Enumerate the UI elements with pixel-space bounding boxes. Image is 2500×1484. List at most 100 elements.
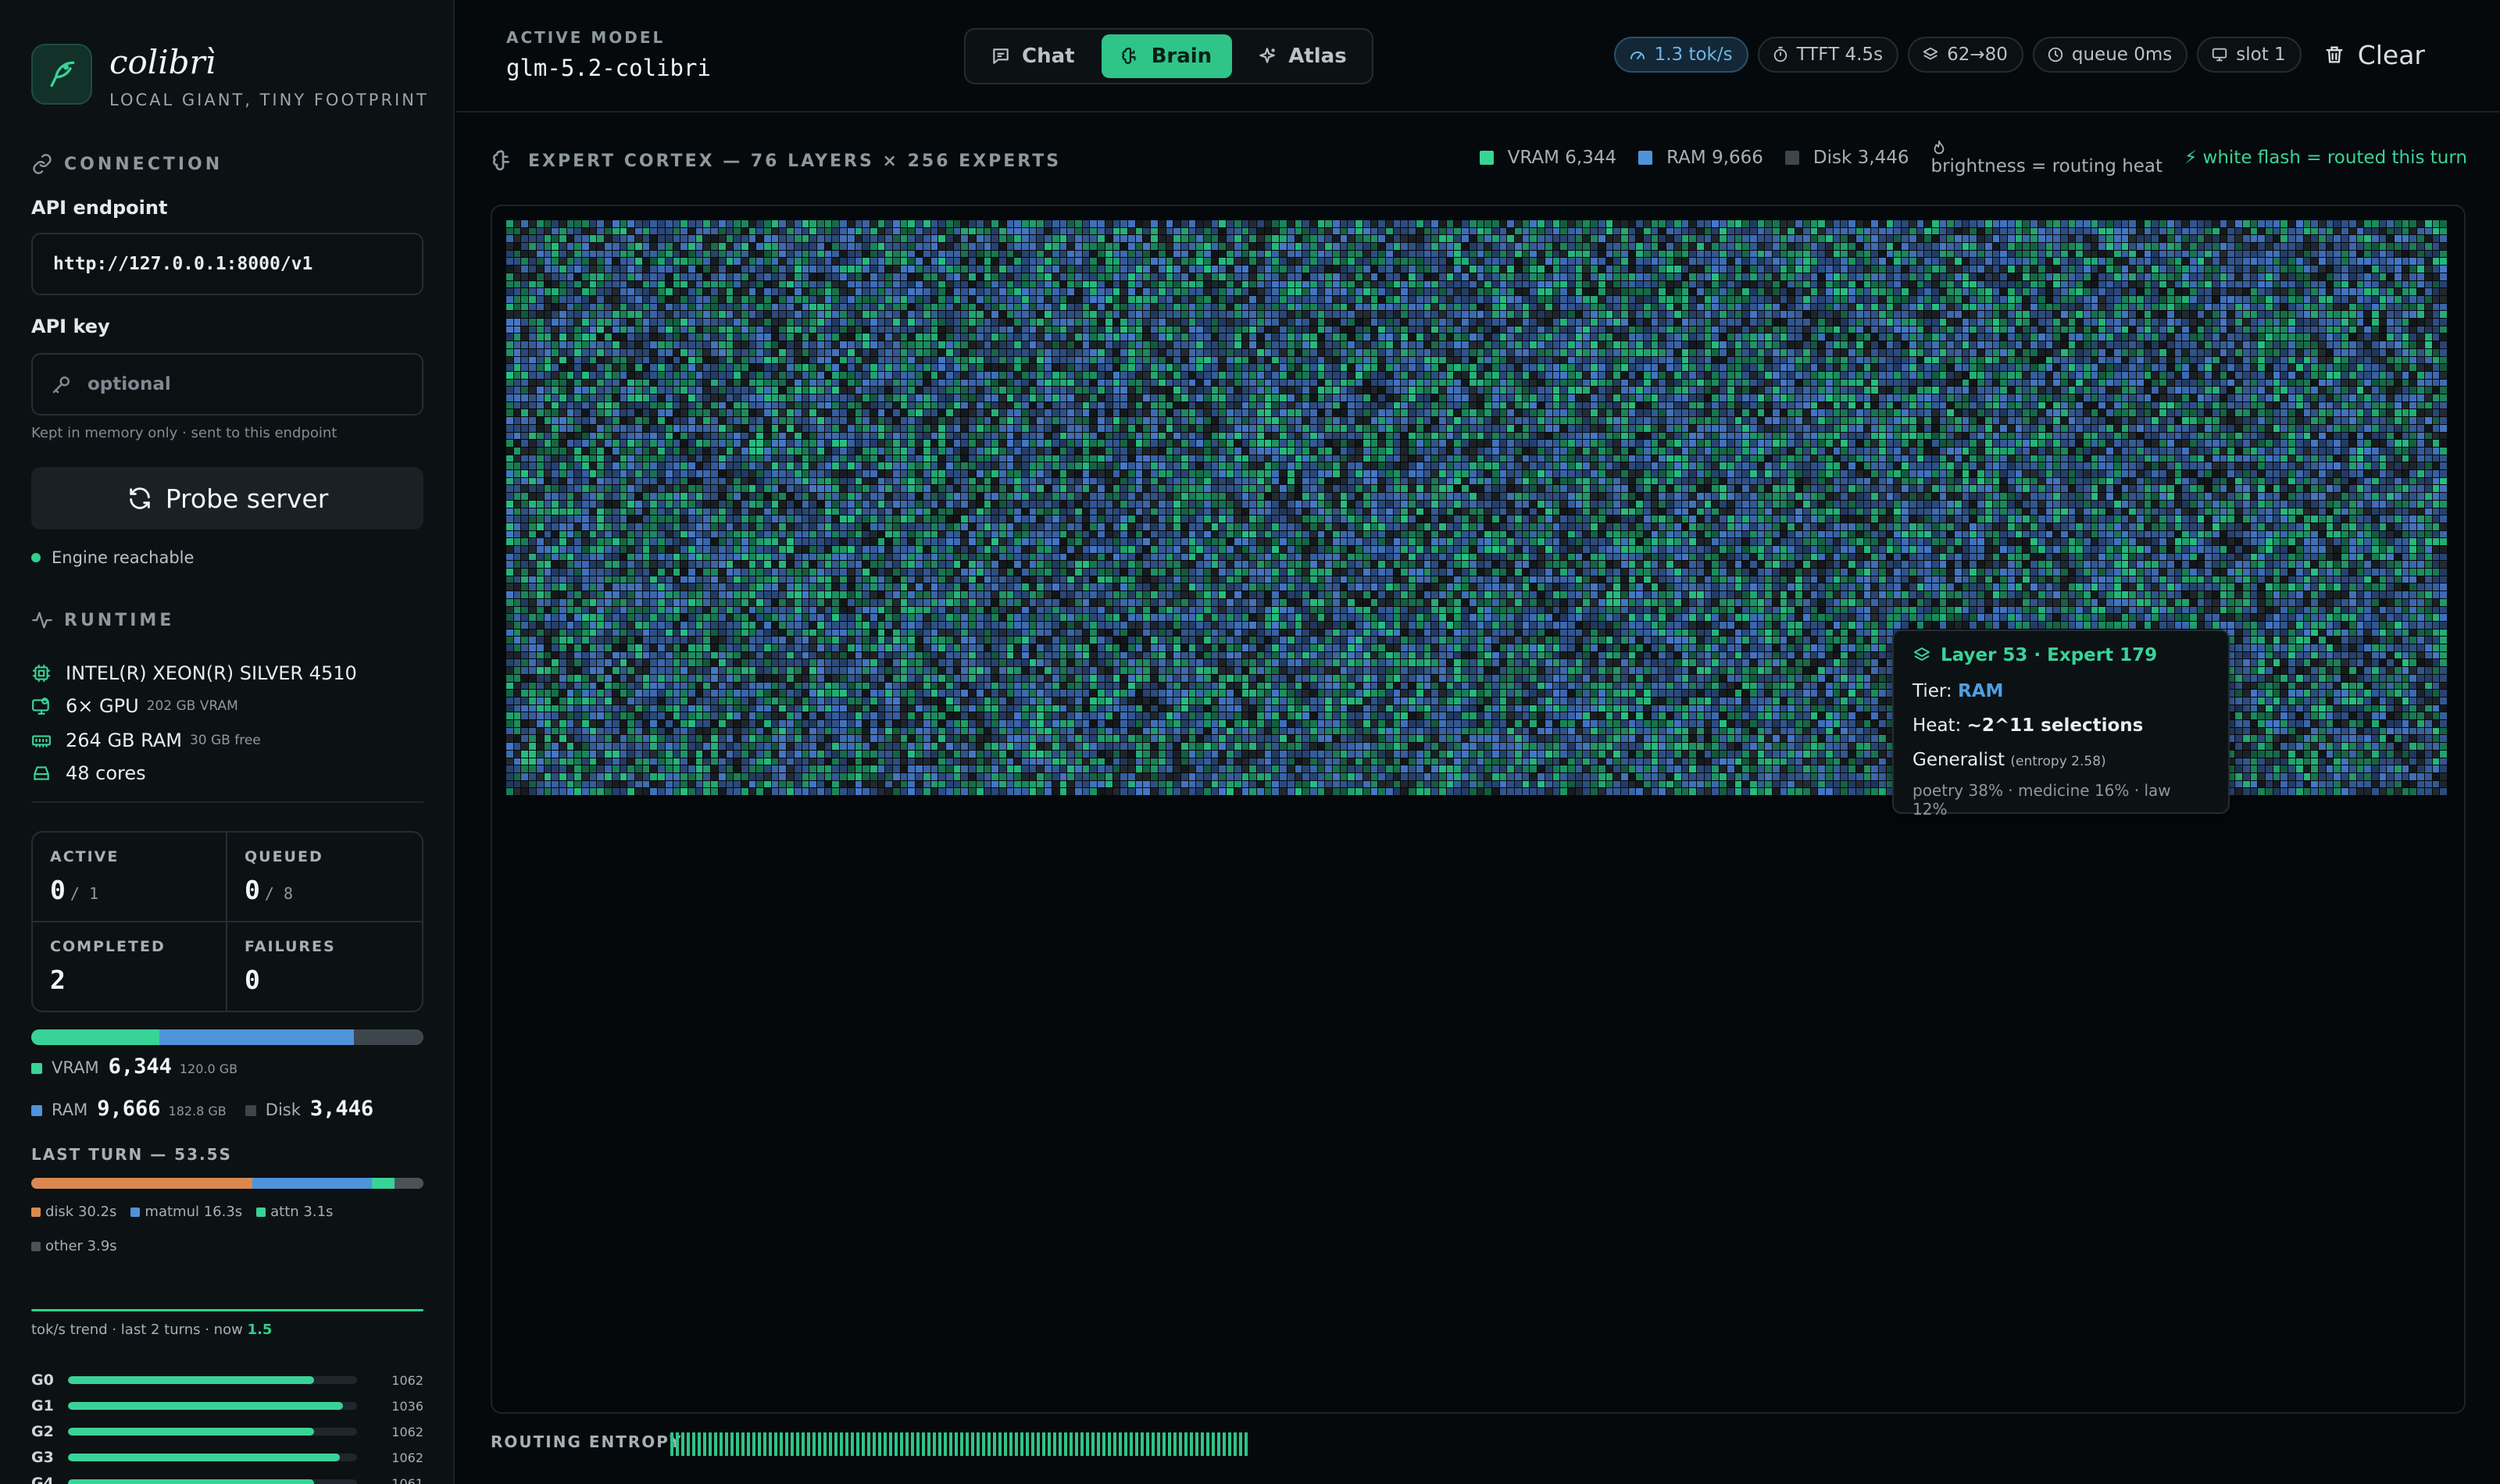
- tab-chat[interactable]: Chat: [972, 34, 1095, 78]
- brain-icon: [1122, 47, 1136, 64]
- entropy-bar: [878, 1432, 881, 1456]
- tooltip-topics: poetry 38% · medicine 16% · law 12%: [1912, 781, 2171, 819]
- stat-queued: QUEUED 0/ 8: [227, 833, 422, 922]
- cpu-icon: [33, 665, 50, 682]
- entropy-bar: [763, 1432, 766, 1456]
- entropy-bar: [1239, 1432, 1242, 1456]
- last-turn-legend: disk 30.2s matmul 16.3s attn 3.1s other 3.9…: [31, 1195, 430, 1264]
- gpu-row: G2 1062: [31, 1418, 423, 1445]
- turn-swatch-icon: [130, 1208, 141, 1217]
- legend-vram: VRAM 6,344: [1479, 148, 1616, 168]
- tooltip-heat-value: ~2^11 selections: [1966, 715, 2144, 736]
- tier-bar-vram: [31, 1029, 160, 1045]
- entropy-bar: [955, 1432, 958, 1456]
- probe-server-button[interactable]: Probe server: [31, 467, 423, 530]
- cortex-heading: EXPERT CORTEX — 76 LAYERS × 256 EXPERTS: [491, 148, 1061, 173]
- divider: [31, 801, 423, 803]
- runtime-ram: 264 GB RAM 30 GB free: [31, 730, 261, 751]
- entropy-bar: [785, 1432, 788, 1456]
- tooltip-title: Layer 53 · Expert 179: [1912, 645, 2209, 665]
- status-dot-icon: [31, 553, 41, 562]
- entropy-bar: [692, 1432, 695, 1456]
- entropy-bar: [720, 1432, 723, 1456]
- entropy-bar: [862, 1432, 865, 1456]
- api-key-label: API key: [31, 316, 110, 337]
- runtime-cores: 48 cores: [31, 762, 146, 784]
- entropy-bar: [1037, 1432, 1040, 1456]
- ram-swatch-icon: [31, 1105, 42, 1116]
- tab-brain[interactable]: Brain: [1101, 34, 1233, 78]
- entropy-bar: [670, 1432, 673, 1456]
- gpu-usage-track: [68, 1376, 358, 1384]
- tooltip-kind-text: Generalist: [1912, 750, 2005, 770]
- tab-atlas[interactable]: Atlas: [1238, 34, 1366, 78]
- entropy-bar: [807, 1432, 810, 1456]
- trend-caption-text: tok/s trend · last 2 turns · now: [31, 1322, 243, 1338]
- layers-icon: [1914, 647, 1930, 661]
- entropy-bar: [709, 1432, 712, 1456]
- vram-swatch-icon: [31, 1063, 42, 1074]
- stat-queued-value: 0: [245, 875, 260, 905]
- clear-button[interactable]: Clear: [2323, 40, 2425, 70]
- endpoint-input[interactable]: http://127.0.0.1:8000/v1: [31, 233, 423, 295]
- trash-icon: [2326, 46, 2343, 63]
- monitor-icon: [2212, 48, 2227, 62]
- ram-size: 182.8 GB: [168, 1104, 227, 1118]
- turn-segment: [395, 1178, 423, 1189]
- tooltip-heat: Heat: ~2^11 selections: [1912, 715, 2209, 736]
- entropy-bar: [676, 1432, 679, 1456]
- gpu-vram-text: 202 GB VRAM: [146, 698, 238, 714]
- entropy-bar: [802, 1432, 805, 1456]
- entropy-bar: [873, 1432, 876, 1456]
- entropy-bar: [1179, 1432, 1182, 1456]
- entropy-bar: [998, 1432, 1002, 1456]
- last-turn-bar: [31, 1178, 423, 1189]
- api-key-input[interactable]: optional: [31, 353, 423, 416]
- gpu-icon: [32, 697, 49, 715]
- gpu-name: G1: [31, 1397, 54, 1414]
- entropy-bar: [851, 1432, 854, 1456]
- tooltip-heat-label: Heat:: [1912, 715, 1962, 736]
- brand: colibrì LOCAL GIANT, TINY FOOTPRINT: [31, 44, 429, 109]
- gpu-row: G1 1036: [31, 1393, 423, 1419]
- flame-icon: [1934, 140, 1945, 155]
- entropy-bar: [1015, 1432, 1018, 1456]
- clock-icon: [2048, 47, 2063, 62]
- entropy-bar: [1184, 1432, 1188, 1456]
- entropy-bar: [681, 1432, 684, 1456]
- entropy-bar: [1048, 1432, 1051, 1456]
- stat-failures-label: FAILURES: [245, 938, 336, 955]
- gpu-name: G0: [31, 1372, 54, 1389]
- sidebar: colibrì LOCAL GIANT, TINY FOOTPRINT CONN…: [0, 0, 455, 1484]
- gpu-name: G4: [31, 1475, 54, 1484]
- entropy-bar: [845, 1432, 848, 1456]
- entropy-bar: [1119, 1432, 1122, 1456]
- entropy-bar: [911, 1432, 914, 1456]
- entropy-bar: [1070, 1432, 1073, 1456]
- gpu-usage-fill: [68, 1428, 314, 1436]
- engine-status: Engine reachable: [31, 548, 194, 567]
- api-key-placeholder: optional: [88, 374, 171, 394]
- active-model-name: glm-5.2-colibri: [506, 55, 711, 81]
- tooltip-title-text: Layer 53 · Expert 179: [1941, 645, 2158, 665]
- engine-status-text: Engine reachable: [52, 548, 195, 567]
- stat-active-label: ACTIVE: [50, 848, 120, 865]
- cpu-text: INTEL(R) XEON(R) SILVER 4510: [66, 662, 357, 684]
- tier-bar-disk: [353, 1029, 423, 1045]
- runtime-gpu: 6× GPU 202 GB VRAM: [31, 695, 238, 717]
- turn-segment: [372, 1178, 395, 1189]
- entropy-bar: [988, 1432, 991, 1456]
- legend-ram-text: RAM 9,666: [1666, 148, 1763, 168]
- gpu-value: 1061: [391, 1475, 423, 1484]
- entropy-bar: [1141, 1432, 1144, 1456]
- entropy-bar: [1053, 1432, 1056, 1456]
- ram-label: RAM: [52, 1101, 88, 1119]
- tier-distribution-bar: [31, 1029, 423, 1045]
- queue-chip: queue 0ms: [2032, 37, 2188, 73]
- gpu-usage-fill: [68, 1376, 314, 1384]
- entropy-bar: [900, 1432, 903, 1456]
- entropy-bar: [829, 1432, 832, 1456]
- entropy-bar: [812, 1432, 816, 1456]
- probe-server-label: Probe server: [165, 483, 329, 514]
- entropy-bar: [1195, 1432, 1198, 1456]
